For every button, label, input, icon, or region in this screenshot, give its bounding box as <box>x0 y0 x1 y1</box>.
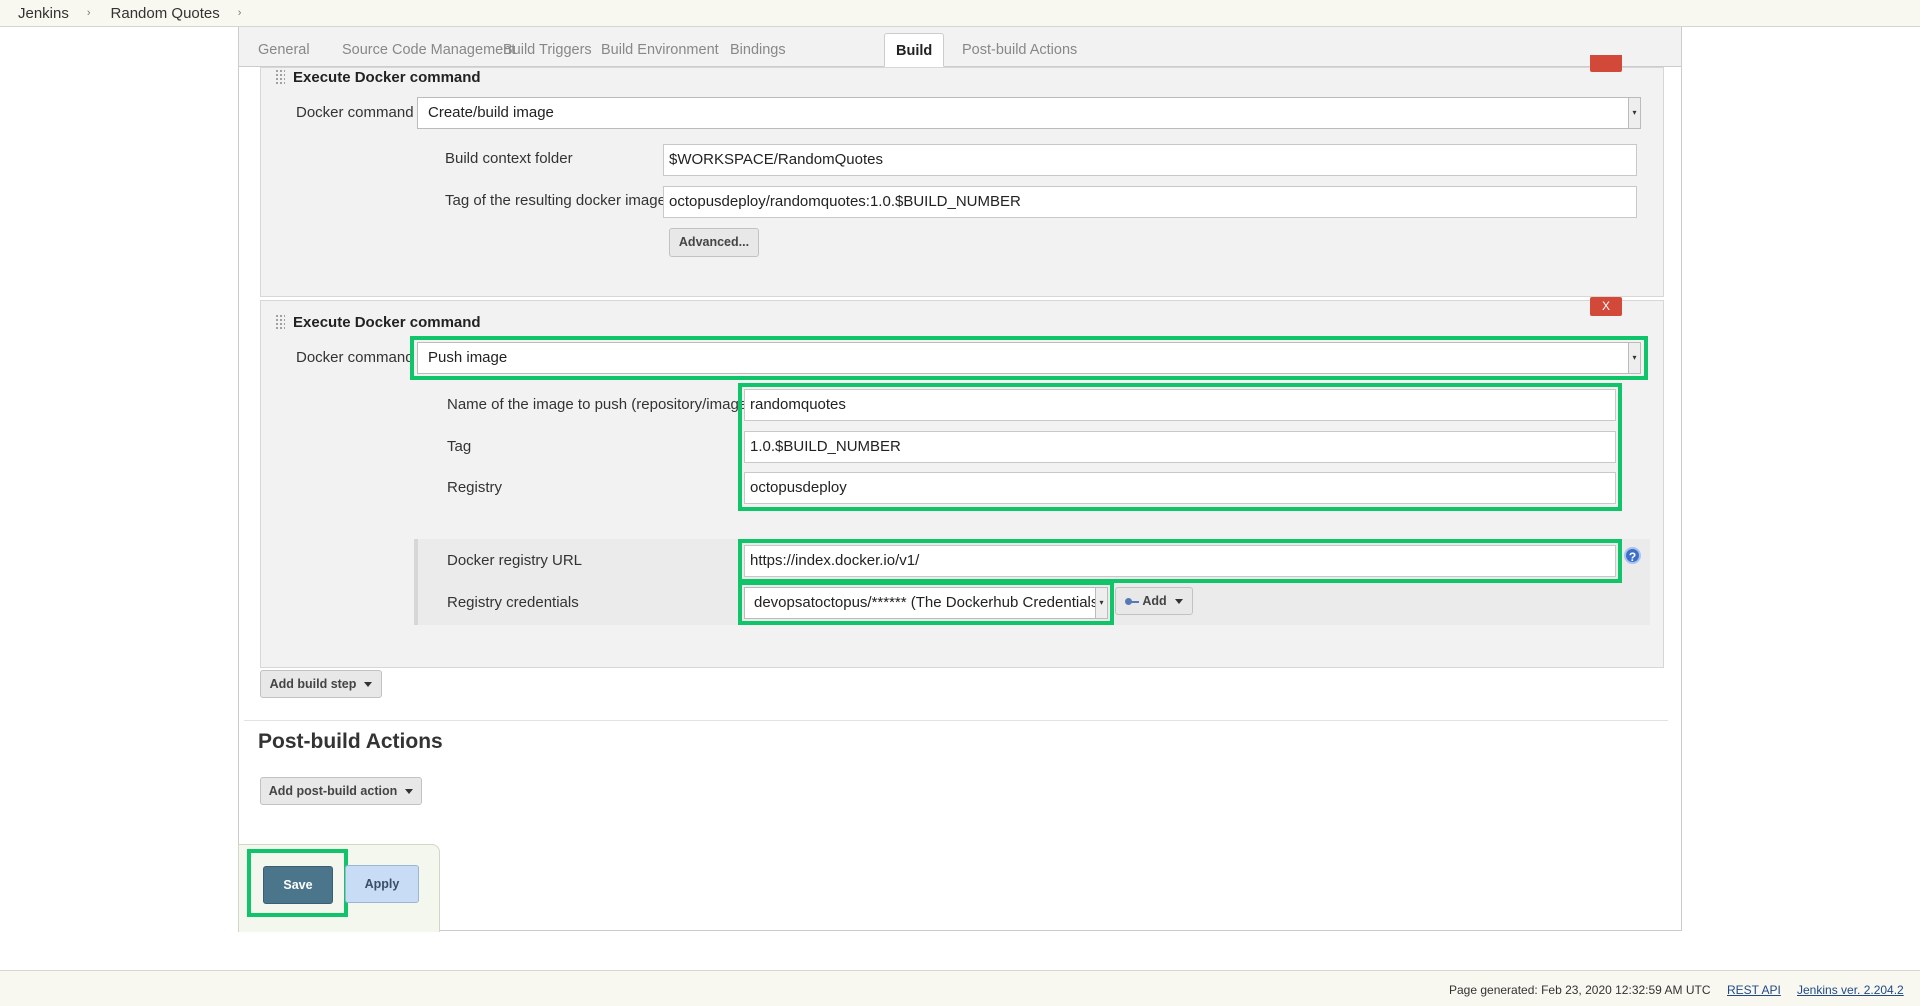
page-generated-text: Page generated: Feb 23, 2020 12:32:59 AM… <box>1449 983 1711 997</box>
breadcrumb-random-quotes[interactable]: Random Quotes <box>111 5 220 22</box>
step1-docker-command-value: Create/build image <box>428 104 554 121</box>
add-credentials-button[interactable]: Add <box>1115 587 1193 615</box>
dropdown-arrow-icon: ▾ <box>1628 343 1640 373</box>
post-build-heading: Post-build Actions <box>258 730 443 753</box>
caret-down-icon <box>405 789 414 795</box>
breadcrumb-chevron-icon[interactable]: › <box>238 7 242 19</box>
registry-credentials-select[interactable]: devopsatoctopus/****** (The Dockerhub Cr… <box>744 587 1108 619</box>
step1-delete-button[interactable] <box>1590 55 1622 72</box>
registry-url-input[interactable]: https://index.docker.io/v1/ <box>744 545 1616 577</box>
step1-tag-input[interactable]: octopusdeploy/randomquotes:1.0.$BUILD_NU… <box>663 186 1637 218</box>
help-icon[interactable]: ? <box>1624 547 1641 564</box>
tab-bindings[interactable]: Bindings <box>719 33 797 67</box>
breadcrumb-jenkins[interactable]: Jenkins <box>18 5 69 22</box>
step1-title: Execute Docker command <box>293 69 481 86</box>
tab-build-triggers[interactable]: Build Triggers <box>492 33 603 67</box>
save-button[interactable]: Save <box>263 866 333 904</box>
key-icon <box>1125 597 1140 605</box>
step1-docker-command-select[interactable]: Create/build image ▾ <box>417 97 1641 129</box>
jenkins-version-link[interactable]: Jenkins ver. 2.204.2 <box>1797 983 1904 997</box>
step1-docker-command-label: Docker command <box>296 104 414 121</box>
tag-label: Tag <box>447 438 472 455</box>
step1-tag-label: Tag of the resulting docker image <box>445 192 666 209</box>
drag-handle-icon[interactable] <box>275 69 285 85</box>
add-build-step-button[interactable]: Add build step <box>260 670 382 698</box>
breadcrumb-chevron-icon[interactable]: › <box>87 7 91 19</box>
add-post-build-action-button[interactable]: Add post-build action <box>260 777 422 805</box>
footer: Page generated: Feb 23, 2020 12:32:59 AM… <box>0 970 1920 1006</box>
add-build-step-label: Add build step <box>269 677 357 691</box>
breadcrumb: Jenkins › Random Quotes › <box>0 0 1920 27</box>
caret-down-icon <box>1174 599 1183 605</box>
registry-url-label: Docker registry URL <box>447 552 583 569</box>
tab-post-build-actions[interactable]: Post-build Actions <box>951 33 1088 67</box>
registry-credentials-label: Registry credentials <box>447 594 579 611</box>
add-post-build-action-label: Add post-build action <box>268 784 398 798</box>
section-divider <box>244 720 1668 721</box>
tab-general[interactable]: General <box>247 33 321 67</box>
advanced-button[interactable]: Advanced... <box>669 228 759 257</box>
step1-context-input[interactable]: $WORKSPACE/RandomQuotes <box>663 144 1637 176</box>
step2-delete-button[interactable]: X <box>1590 297 1622 316</box>
add-credentials-label: Add <box>1142 594 1167 608</box>
image-name-label: Name of the image to push (repository/im… <box>447 396 753 413</box>
step2-docker-command-value: Push image <box>428 349 508 366</box>
step2-docker-command-label: Docker command <box>296 349 414 366</box>
image-name-input[interactable]: randomquotes <box>744 389 1616 421</box>
step2-docker-command-select[interactable]: Push image ▾ <box>417 342 1641 374</box>
config-tabbar: General Source Code Management Build Tri… <box>239 27 1681 67</box>
registry-credentials-value: devopsatoctopus/****** (The Dockerhub Cr… <box>754 594 1104 611</box>
step1-context-label: Build context folder <box>445 150 573 167</box>
tab-build[interactable]: Build <box>884 33 945 67</box>
step2-title: Execute Docker command <box>293 314 481 331</box>
tab-build-environment[interactable]: Build Environment <box>590 33 730 67</box>
apply-button[interactable]: Apply <box>345 865 419 903</box>
caret-down-icon <box>364 682 373 688</box>
tag-input[interactable]: 1.0.$BUILD_NUMBER <box>744 431 1616 463</box>
drag-handle-icon[interactable] <box>275 314 285 330</box>
rest-api-link[interactable]: REST API <box>1727 983 1781 997</box>
dropdown-arrow-icon: ▾ <box>1628 98 1640 128</box>
dropdown-arrow-icon: ▾ <box>1095 588 1107 618</box>
registry-input[interactable]: octopusdeploy <box>744 472 1616 504</box>
registry-label: Registry <box>447 479 503 496</box>
